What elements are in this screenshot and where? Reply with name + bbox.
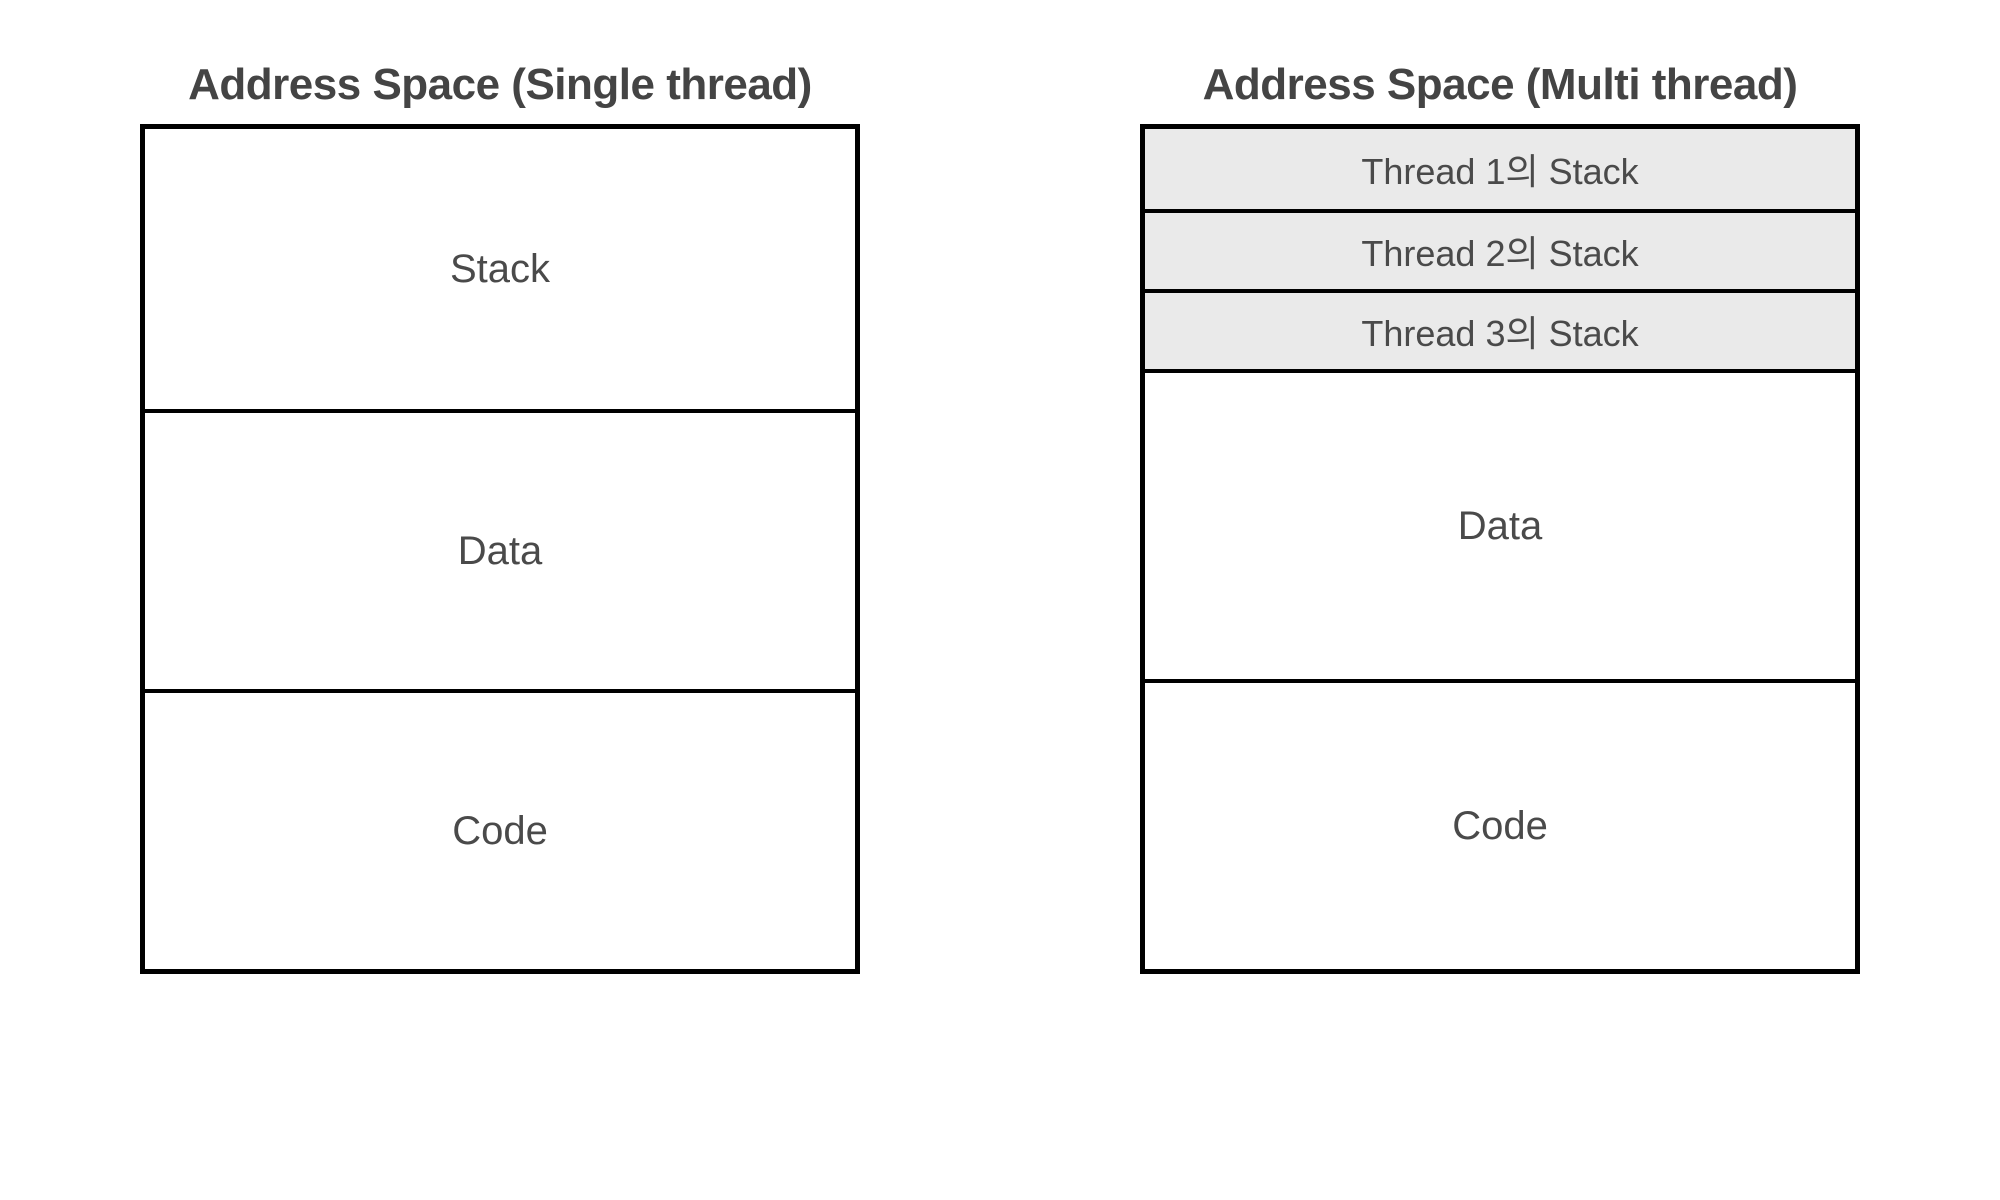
multi-data-segment: Data xyxy=(1145,369,1855,679)
multi-thread-diagram: Address Space (Multi thread) Thread 1의 S… xyxy=(1140,60,1860,974)
single-data-segment: Data xyxy=(145,409,855,689)
thread-2-stack-segment: Thread 2의 Stack xyxy=(1145,209,1855,289)
multi-code-segment: Code xyxy=(1145,679,1855,969)
single-thread-box: Stack Data Code xyxy=(140,124,860,974)
single-code-segment: Code xyxy=(145,689,855,969)
multi-thread-title: Address Space (Multi thread) xyxy=(1203,60,1798,110)
thread-1-stack-segment: Thread 1의 Stack xyxy=(1145,129,1855,209)
multi-thread-box: Thread 1의 Stack Thread 2의 Stack Thread 3… xyxy=(1140,124,1860,974)
single-stack-segment: Stack xyxy=(145,129,855,409)
thread-3-stack-segment: Thread 3의 Stack xyxy=(1145,289,1855,369)
single-thread-diagram: Address Space (Single thread) Stack Data… xyxy=(140,60,860,974)
single-thread-title: Address Space (Single thread) xyxy=(188,60,812,110)
